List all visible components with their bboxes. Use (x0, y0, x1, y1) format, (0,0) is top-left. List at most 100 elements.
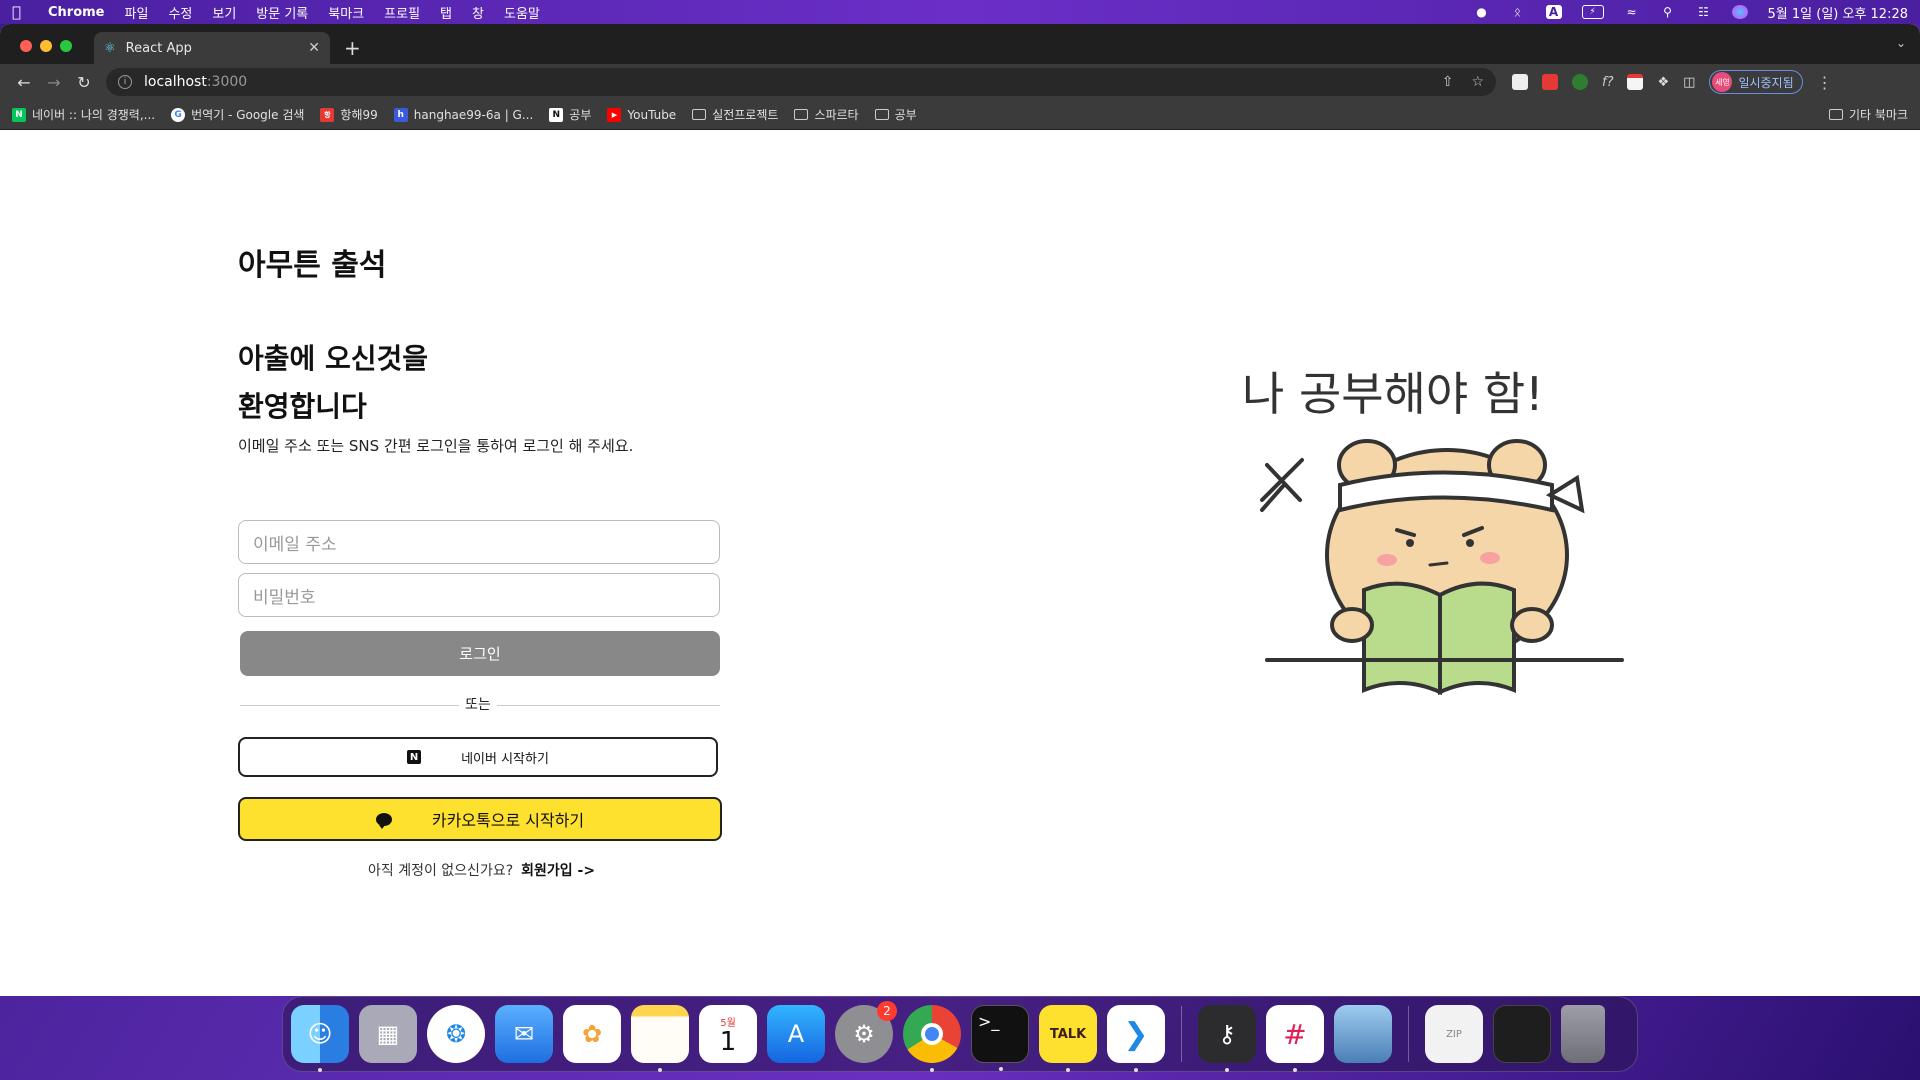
bookmark-hanghae99-6a[interactable]: h hanghae99-6a | G... (393, 107, 533, 122)
back-button[interactable]: ← (10, 73, 38, 92)
browser-tab-active[interactable]: ⚛ React App ✕ (94, 32, 330, 64)
studying-bear-illustration: 나 공부해야 함! (1242, 367, 1624, 696)
bookmark-label: 공부 (569, 108, 592, 122)
chrome-icon[interactable] (903, 1005, 961, 1072)
calendar-day: 1 (719, 1026, 737, 1057)
menu-file[interactable]: 파일 (125, 3, 149, 22)
kakao-login-label: 카카오톡으로 시작하기 (431, 811, 585, 830)
youtube-icon: ▶ (607, 107, 622, 122)
profile-button[interactable]: 세영 일시중지됨 (1709, 70, 1803, 94)
menu-tab[interactable]: 탭 (440, 3, 452, 22)
bluetooth-icon[interactable]: ᛟ (1510, 5, 1526, 19)
login-button[interactable]: 로그인 (240, 631, 720, 676)
dock-separator (1408, 1006, 1409, 1062)
menubar-clock[interactable]: 5월 1일 (일) 오후 12:28 (1768, 3, 1908, 22)
menu-history[interactable]: 방문 기록 (256, 3, 308, 22)
close-tab-icon[interactable]: ✕ (308, 40, 320, 56)
tab-search-chevron-icon[interactable]: ⌄ (1896, 36, 1906, 50)
signup-row: 아직 계정이 없으신가요? 회원가입 -> (368, 860, 595, 880)
control-center-icon[interactable]: ☷ (1696, 5, 1712, 19)
spotlight-search-icon[interactable]: ⚲ (1660, 5, 1676, 19)
running-indicator (999, 1067, 1003, 1071)
dock: ☺ ▦ ❂ ✉ ✿ 5월 1 A ⚙ 2 >_ TALK ❯ ⚷ # ZIP (282, 996, 1638, 1072)
react-icon: ⚛ (104, 40, 116, 56)
keychain-icon[interactable]: ⚷ (1198, 1005, 1256, 1072)
extension-formula-icon[interactable]: f? (1602, 75, 1613, 90)
calendar-icon[interactable]: 5월 1 (699, 1005, 757, 1063)
new-tab-button[interactable]: + (344, 36, 361, 60)
menu-bookmarks[interactable]: 북마크 (328, 3, 364, 22)
google-icon: G (171, 107, 186, 122)
minimize-window-button[interactable] (40, 40, 52, 52)
menu-window[interactable]: 창 (472, 3, 484, 22)
bookmark-folder-sparta[interactable]: 스파르타 (794, 106, 859, 123)
bookmark-naver[interactable]: N 네이버 :: 나의 경쟁력,... (12, 106, 155, 123)
launchpad-icon[interactable]: ▦ (359, 1005, 417, 1063)
menu-profile[interactable]: 프로필 (384, 3, 420, 22)
apple-icon[interactable]:  (12, 3, 30, 21)
bookmark-folder-study[interactable]: 공부 (874, 106, 917, 123)
wifi-icon[interactable]: ≈ (1624, 5, 1640, 19)
bookmark-folder-project[interactable]: 실전프로젝트 (692, 106, 778, 123)
forward-button[interactable]: → (40, 73, 68, 92)
kakao-login-button[interactable]: 카카오톡으로 시작하기 (238, 797, 722, 841)
app-store-icon[interactable]: A (767, 1005, 825, 1063)
recent-window-icon[interactable] (1493, 1005, 1551, 1063)
address-bar[interactable]: i localhost :3000 ⇧ ☆ (106, 68, 1496, 96)
finder-icon[interactable]: ☺ (291, 1005, 349, 1072)
system-preferences-icon[interactable]: ⚙ 2 (835, 1001, 897, 1063)
folder-icon (692, 109, 707, 120)
close-window-button[interactable] (20, 40, 32, 52)
reload-button[interactable]: ↻ (70, 73, 98, 92)
safari-icon[interactable]: ❂ (427, 1005, 485, 1063)
bookmark-label: 실전프로젝트 (712, 108, 779, 122)
notion-icon: N (549, 107, 564, 122)
menu-help[interactable]: 도움말 (504, 3, 540, 22)
bookmark-star-icon[interactable]: ☆ (1471, 74, 1484, 90)
browser-window: ⚛ React App ✕ + ⌄ ← → ↻ i localhost :300… (0, 24, 1920, 996)
share-icon[interactable]: ⇧ (1442, 74, 1454, 90)
side-panel-icon[interactable]: ◫ (1683, 75, 1695, 90)
chrome-menu-icon[interactable]: ⋮ (1817, 73, 1833, 92)
site-info-icon[interactable]: i (118, 75, 132, 89)
email-input[interactable]: 이메일 주소 (238, 520, 720, 564)
hanghae-6a-icon: h (393, 107, 408, 122)
bookmarks-bar: N 네이버 :: 나의 경쟁력,... G 번역기 - Google 검색 항 … (0, 100, 1920, 130)
input-source-icon[interactable]: A (1545, 5, 1562, 19)
extensions-puzzle-icon[interactable]: ❖ (1657, 75, 1669, 90)
menu-view[interactable]: 보기 (212, 3, 236, 22)
menu-edit[interactable]: 수정 (168, 3, 192, 22)
folder-icon (1828, 109, 1843, 120)
preview-icon[interactable] (1334, 1005, 1392, 1063)
other-bookmarks[interactable]: 기타 북마크 (1828, 106, 1908, 123)
notes-icon[interactable] (631, 1005, 689, 1072)
signup-link[interactable]: 회원가입 -> (521, 860, 595, 880)
chat-bubble-icon[interactable]: ● (1474, 5, 1490, 19)
extension-red-icon[interactable] (1542, 74, 1558, 90)
battery-icon[interactable]: ⚡ (1581, 5, 1604, 19)
terminal-icon[interactable]: >_ (971, 1005, 1029, 1071)
mail-icon[interactable]: ✉ (495, 1005, 553, 1063)
photos-icon[interactable]: ✿ (563, 1005, 621, 1063)
naver-login-button[interactable]: N 네이버 시작하기 (238, 737, 718, 777)
slack-icon[interactable]: # (1266, 1005, 1324, 1072)
password-input[interactable]: 비밀번호 (238, 573, 720, 617)
vscode-icon[interactable]: ❯ (1107, 1005, 1165, 1072)
downloads-stack-icon[interactable]: ZIP (1425, 1005, 1483, 1063)
menu-app-name[interactable]: Chrome (48, 5, 105, 20)
zoom-window-button[interactable] (60, 40, 72, 52)
bookmark-hanghae99[interactable]: 항 항해99 (320, 106, 378, 123)
bookmark-google-translate[interactable]: G 번역기 - Google 검색 (171, 106, 304, 123)
bookmark-notion-study[interactable]: N 공부 (549, 106, 591, 123)
extension-pen-icon[interactable] (1512, 74, 1528, 90)
kakaotalk-icon[interactable]: TALK (1039, 1005, 1097, 1072)
profile-status: 일시중지됨 (1738, 75, 1794, 90)
kakao-chat-icon (375, 812, 392, 829)
running-indicator (1066, 1068, 1070, 1072)
menubar-status-area: ● ᛟ A ⚡ ≈ ⚲ ☷ 5월 1일 (일) 오후 12:28 (1474, 3, 1908, 22)
extension-notes-icon[interactable] (1627, 74, 1644, 90)
trash-icon[interactable] (1561, 1005, 1605, 1063)
siri-icon[interactable] (1731, 5, 1748, 19)
extension-green-icon[interactable] (1572, 74, 1588, 90)
bookmark-youtube[interactable]: ▶ YouTube (607, 107, 676, 122)
